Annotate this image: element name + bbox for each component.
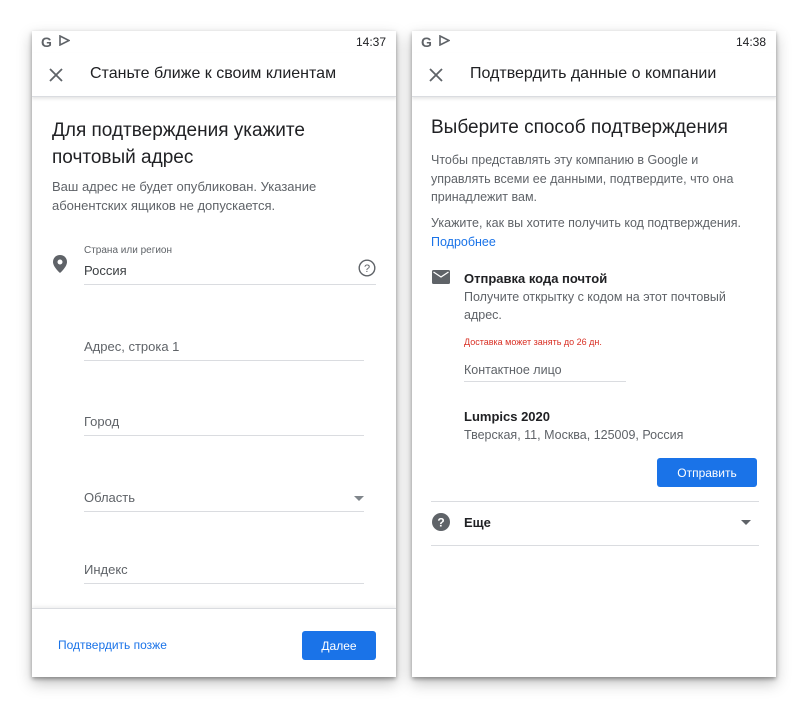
play-flag-icon (439, 35, 450, 46)
country-field-label: Страна или регион (84, 245, 173, 256)
chevron-down-icon (741, 520, 751, 525)
country-value: Россия (84, 263, 127, 278)
learn-more-link[interactable]: Подробнее (431, 235, 496, 249)
contact-person-placeholder: Контактное лицо (464, 363, 562, 377)
divider (431, 501, 759, 502)
more-options-label: Еще (464, 515, 491, 530)
app-bar: Подтвердить данные о компании (412, 53, 776, 97)
contact-person-field[interactable]: Контактное лицо (464, 358, 626, 382)
verify-later-link[interactable]: Подтвердить позже (58, 638, 167, 652)
google-icon: G (421, 34, 432, 50)
page-heading: Для подтверждения укажите почтовый адрес (52, 120, 305, 168)
help-icon: ? (432, 513, 450, 531)
city-placeholder: Город (84, 414, 120, 429)
postal-placeholder: Индекс (84, 562, 128, 577)
status-time: 14:38 (735, 35, 766, 49)
country-field[interactable]: Россия ? (84, 259, 376, 285)
address-line-placeholder: Адрес, строка 1 (84, 339, 180, 354)
page-subtext: Ваш адрес не будет опубликован. Указание… (52, 179, 317, 213)
close-icon[interactable] (426, 65, 446, 85)
address-line-field[interactable]: Адрес, строка 1 (84, 335, 364, 361)
method-instructions-text: Укажите, как вы хотите получить код подт… (431, 216, 741, 230)
svg-text:?: ? (437, 516, 444, 530)
mail-method-description: Получите открытку с кодом на этот почтов… (464, 290, 726, 322)
send-button[interactable]: Отправить (657, 458, 757, 487)
mail-icon (432, 270, 450, 284)
svg-text:?: ? (364, 263, 370, 275)
app-bar: Станьте ближе к своим клиентам (32, 53, 396, 97)
app-bar-title: Станьте ближе к своим клиентам (90, 65, 337, 82)
right-phone-screen: G 14:38 Подтвердить данные о компании Вы… (412, 31, 776, 677)
business-name: Lumpics 2020 (464, 409, 550, 424)
intro-paragraph: Чтобы представлять эту компанию в Google… (431, 153, 734, 204)
play-flag-icon (59, 35, 70, 46)
delivery-warning: Доставка может занять до 26 дн. (464, 337, 602, 347)
status-bar: G 14:38 (412, 31, 776, 53)
region-select[interactable]: Область (84, 486, 364, 512)
footer-bar: Подтвердить позже Далее (32, 608, 396, 677)
divider (431, 545, 759, 546)
help-icon[interactable]: ? (358, 259, 376, 277)
method-instructions: Укажите, как вы хотите получить код подт… (431, 214, 751, 251)
postal-code-field[interactable]: Индекс (84, 558, 364, 584)
status-time: 14:37 (355, 35, 386, 49)
business-address: Тверская, 11, Москва, 125009, Россия (464, 428, 684, 442)
city-field[interactable]: Город (84, 410, 364, 436)
mail-method-title: Отправка кода почтой (464, 271, 608, 286)
region-placeholder: Область (84, 490, 136, 505)
left-phone-screen: G 14:37 Станьте ближе к своим клиентам Д… (32, 31, 396, 677)
app-bar-title: Подтвердить данные о компании (470, 65, 717, 82)
next-button[interactable]: Далее (302, 631, 376, 660)
location-pin-icon (53, 255, 67, 273)
close-icon[interactable] (46, 65, 66, 85)
status-bar: G 14:37 (32, 31, 396, 53)
page-heading: Выберите способ подтверждения (431, 117, 728, 138)
google-icon: G (41, 34, 52, 50)
dropdown-arrow-icon (354, 496, 364, 501)
